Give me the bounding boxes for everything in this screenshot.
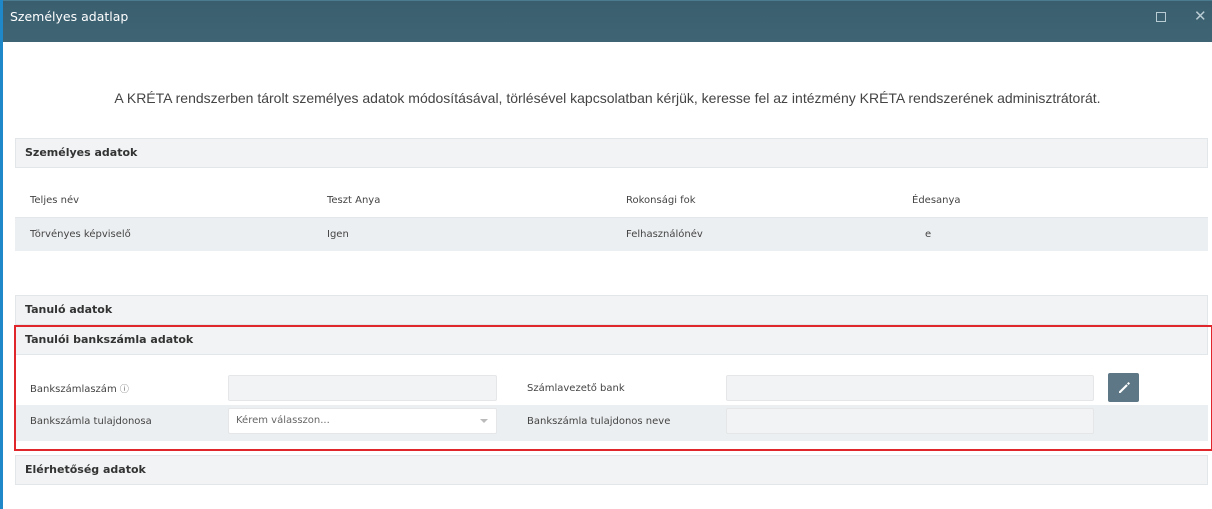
bank-name-label: Számlavezető bank bbox=[527, 383, 625, 394]
account-owner-select-value: Kérem válasszon... bbox=[236, 415, 330, 426]
account-owner-select[interactable]: Kérem válasszon... bbox=[228, 408, 497, 434]
admin-notice: A KRÉTA rendszerben tárolt személyes ada… bbox=[114, 90, 1101, 106]
legal-representative-value: Igen bbox=[327, 229, 349, 240]
info-icon[interactable]: ⓘ bbox=[120, 385, 129, 395]
window-titlebar[interactable]: Személyes adatlap ✕ bbox=[3, 0, 1212, 42]
relationship-value: Édesanya bbox=[912, 195, 961, 206]
window-title: Személyes adatlap bbox=[10, 9, 129, 24]
account-owner-name-field[interactable] bbox=[726, 408, 1094, 434]
pencil-icon bbox=[1118, 381, 1130, 393]
personal-data-window: Személyes adatlap ✕ A KRÉTA rendszerben … bbox=[0, 0, 1212, 509]
account-owner-name-label: Bankszámla tulajdonos neve bbox=[527, 416, 671, 427]
username-label: Felhasználónév bbox=[626, 229, 703, 240]
section-personal-data[interactable]: Személyes adatok bbox=[15, 138, 1208, 168]
chevron-down-icon[interactable] bbox=[480, 419, 488, 423]
section-student-data[interactable]: Tanuló adatok bbox=[15, 295, 1208, 325]
close-icon[interactable]: ✕ bbox=[1194, 9, 1207, 24]
table-row: Törvényes képviselő Igen Felhasználónév … bbox=[15, 218, 1208, 251]
account-number-field[interactable] bbox=[228, 375, 497, 401]
bank-name-field[interactable] bbox=[726, 375, 1094, 401]
section-contact-data[interactable]: Elérhetőség adatok bbox=[15, 455, 1208, 485]
account-number-label-text: Bankszámlaszám bbox=[30, 384, 117, 395]
account-owner-label: Bankszámla tulajdonosa bbox=[30, 416, 152, 427]
maximize-icon[interactable] bbox=[1156, 9, 1166, 26]
section-student-bank-data[interactable]: Tanulói bankszámla adatok bbox=[15, 325, 1208, 355]
legal-representative-label: Törvényes képviselő bbox=[30, 229, 131, 240]
account-number-label: Bankszámlaszám ⓘ bbox=[30, 382, 129, 395]
edit-bank-data-button[interactable] bbox=[1108, 373, 1139, 402]
table-row: Teljes név Teszt Anya Rokonsági fok Édes… bbox=[15, 184, 1208, 217]
full-name-value: Teszt Anya bbox=[327, 195, 381, 206]
full-name-label: Teljes név bbox=[30, 195, 80, 206]
username-value: e bbox=[925, 229, 932, 240]
relationship-label: Rokonsági fok bbox=[626, 195, 696, 206]
